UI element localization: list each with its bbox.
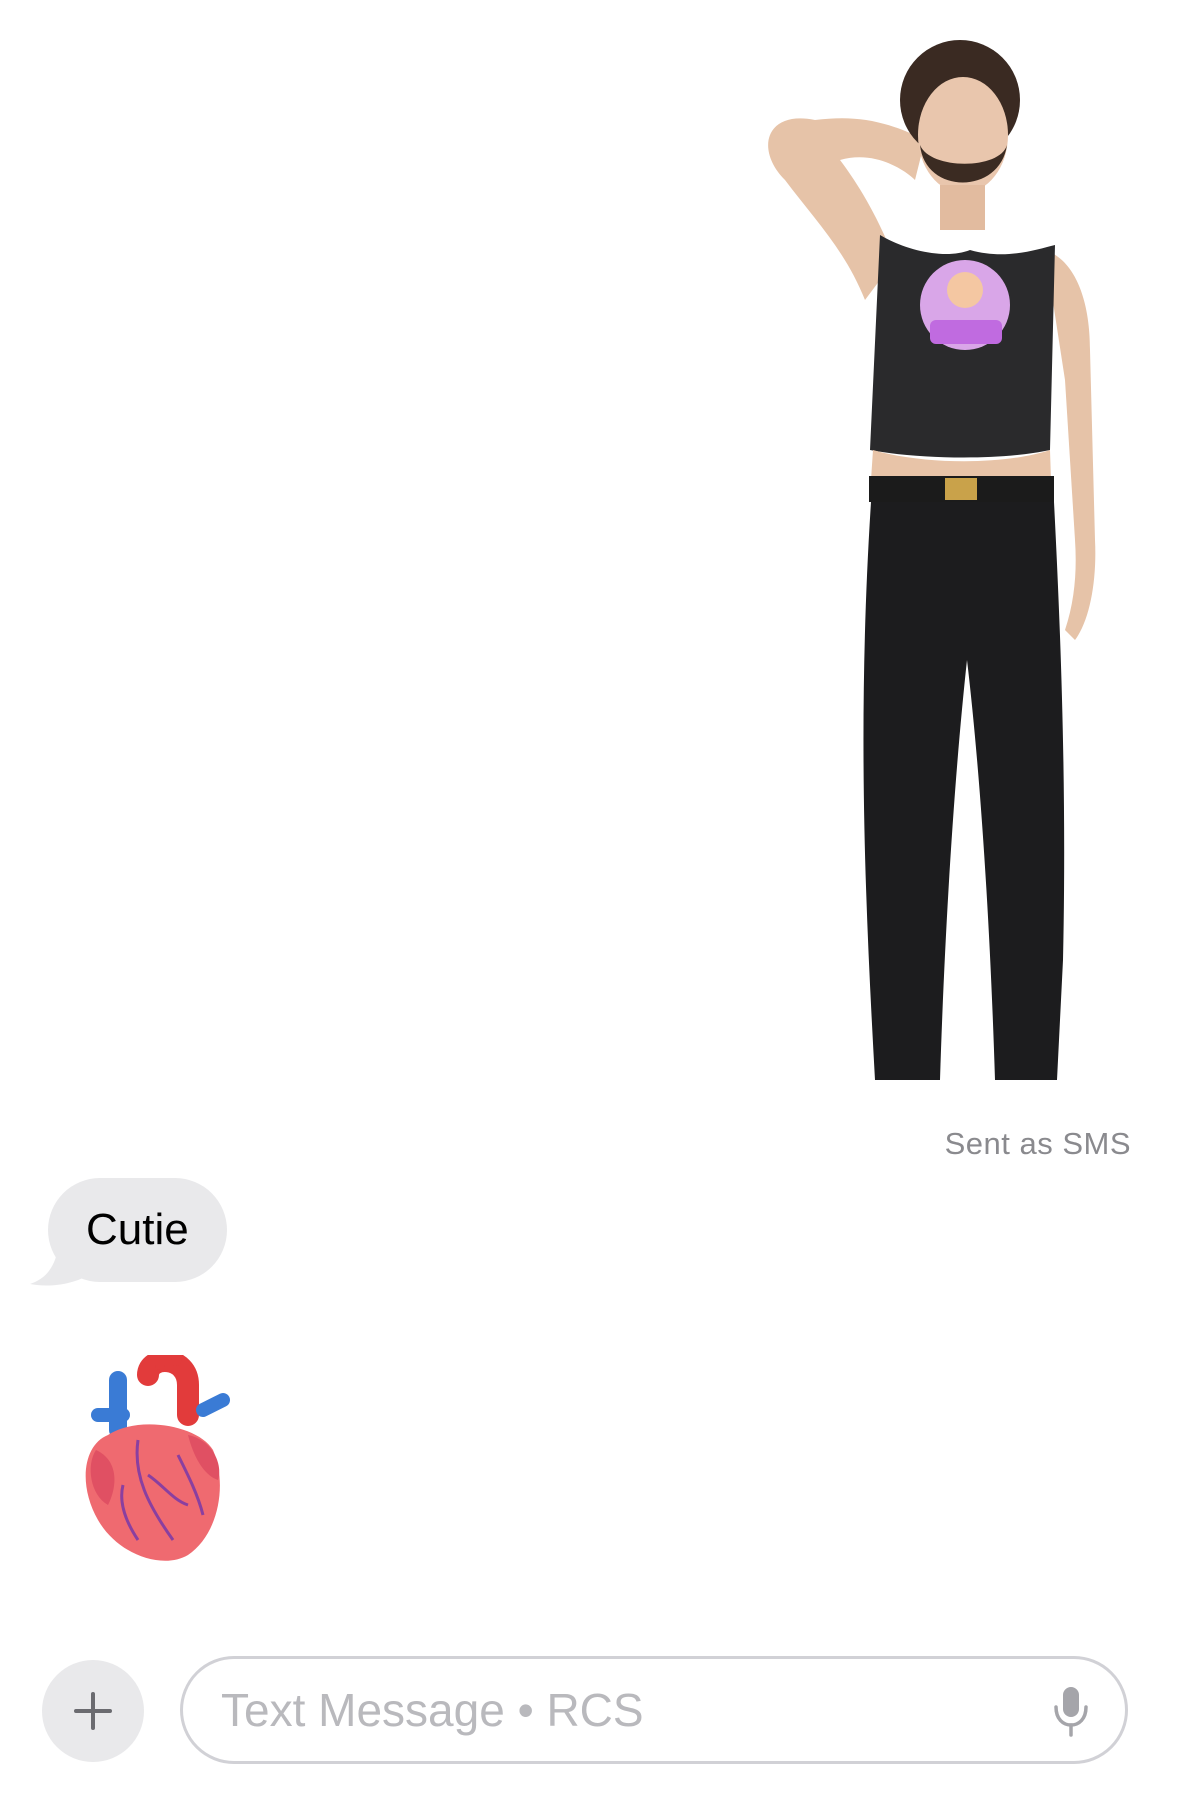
plus-icon: [74, 1692, 112, 1730]
message-input[interactable]: Text Message • RCS: [180, 1656, 1128, 1764]
microphone-icon[interactable]: [1051, 1685, 1091, 1737]
add-attachment-button[interactable]: [42, 1660, 144, 1762]
anatomical-heart-emoji-icon[interactable]: [78, 1346, 233, 1570]
sent-photo-sticker[interactable]: [745, 20, 1140, 1110]
delivery-status: Sent as SMS: [944, 1126, 1131, 1161]
messages-screen: Sent as SMS Cutie Text Message • RCS: [0, 0, 1179, 1807]
person-photo-sticker-icon: [768, 40, 1096, 1080]
message-input-placeholder: Text Message • RCS: [221, 1684, 644, 1736]
received-message[interactable]: Cutie: [30, 1178, 227, 1286]
message-bubble-text: Cutie: [48, 1178, 227, 1282]
